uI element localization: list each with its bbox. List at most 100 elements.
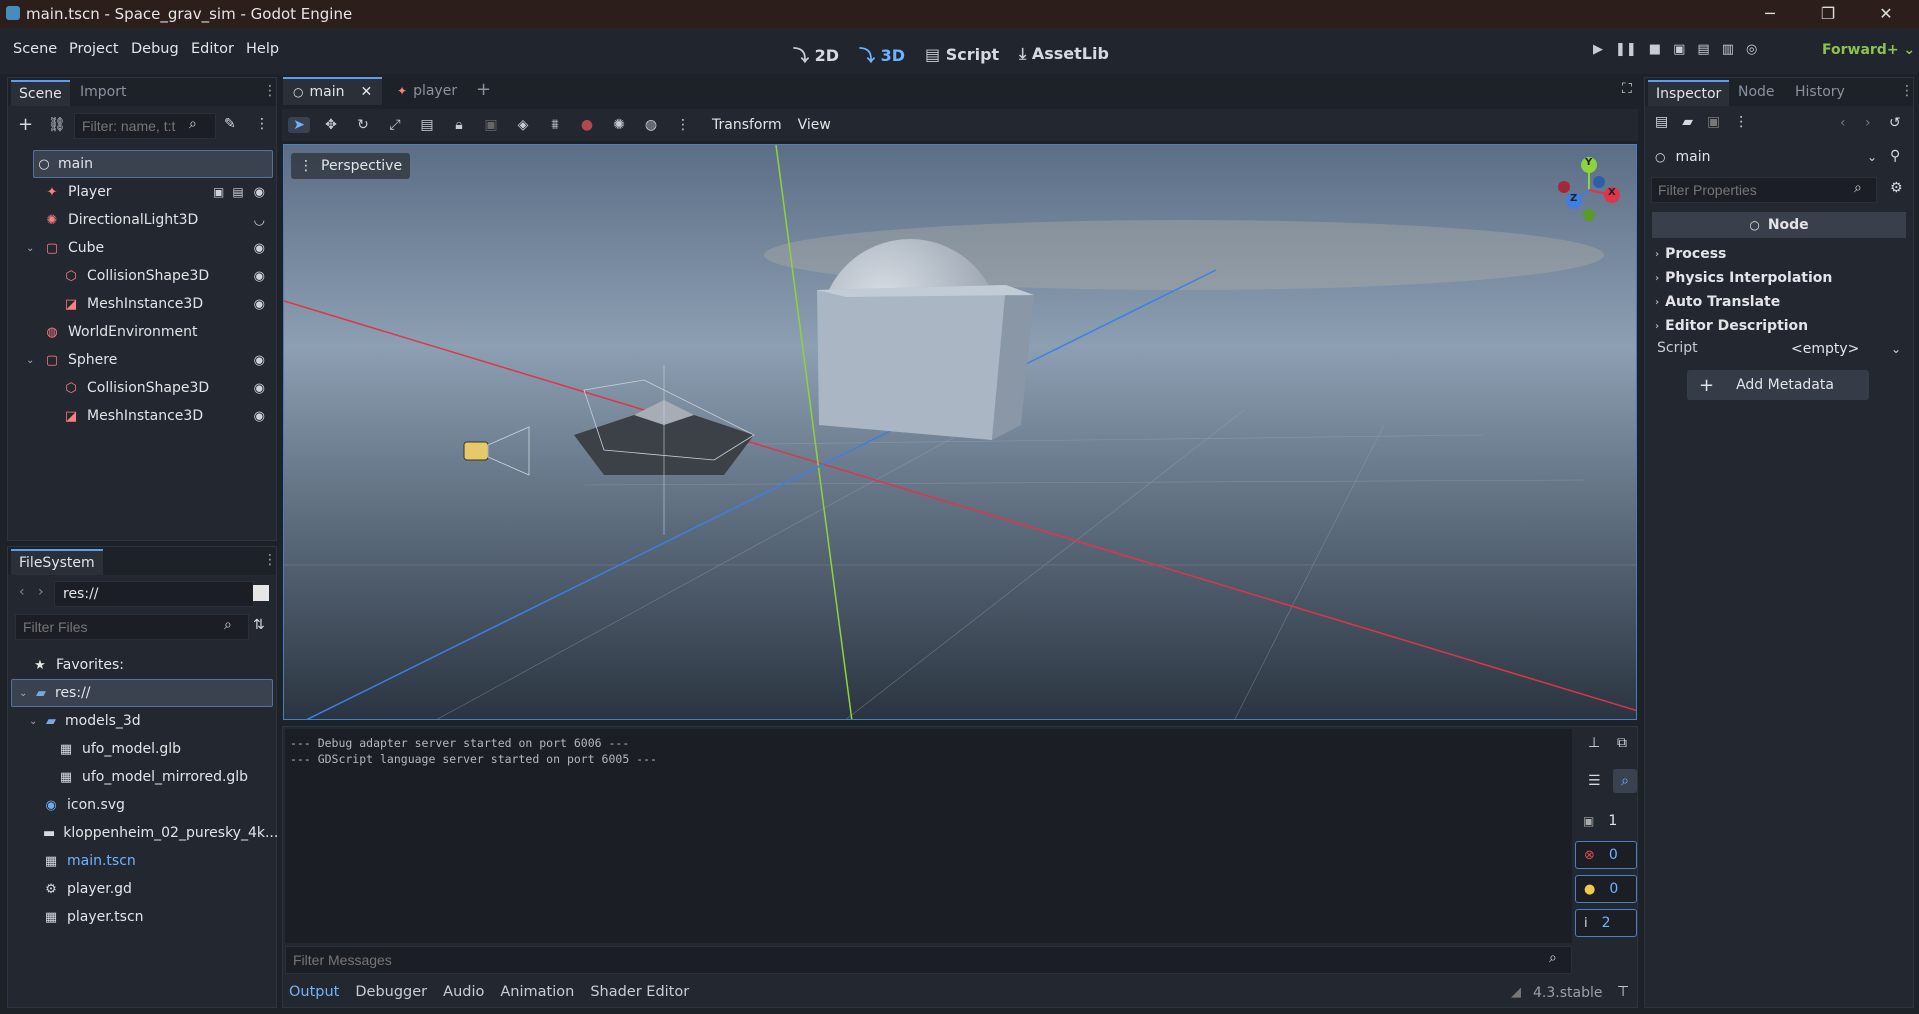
file-row-icon-svg[interactable]: ◉ icon.svg <box>11 791 273 819</box>
visibility-eye-icon[interactable]: ◉ <box>254 297 265 312</box>
new-resource-icon[interactable]: ▤ <box>1655 114 1668 130</box>
object-selector[interactable]: ○ main ⌄ <box>1651 144 1877 170</box>
menu-scene[interactable]: Scene <box>13 41 57 57</box>
play-icon[interactable]: ▶ <box>1593 42 1603 57</box>
tree-node-meshinstance3d[interactable]: ◪ MeshInstance3D ◉ <box>11 402 273 430</box>
close-window-button[interactable]: ✕ <box>1857 0 1915 28</box>
stop-icon[interactable]: ■ <box>1649 42 1661 57</box>
camera-preview-icon[interactable]: ● <box>576 117 598 133</box>
file-row-player-gd[interactable]: ⚙ player.gd <box>11 875 273 903</box>
select-tool-icon[interactable]: ➤ <box>288 117 310 133</box>
file-row-ufo-model[interactable]: ▦ ufo_model.glb <box>11 735 273 763</box>
maximize-button[interactable]: ❐ <box>1799 0 1857 28</box>
section-physics-interpolation[interactable]: › Physics Interpolation <box>1655 266 1905 290</box>
tab-debugger[interactable]: Debugger <box>355 984 427 1000</box>
file-row-res[interactable]: ⌄ ▰ res:// <box>11 679 273 707</box>
output-log[interactable]: --- Debug adapter server started on port… <box>285 729 1572 943</box>
close-tab-icon[interactable]: ✕ <box>360 84 372 100</box>
visibility-eye-icon[interactable]: ◉ <box>254 185 265 200</box>
dock-options-icon[interactable]: ⋮ <box>263 552 277 568</box>
info-filter[interactable]: ⅰ 2 <box>1575 909 1637 937</box>
view-menu[interactable]: View <box>798 117 831 133</box>
favorites-row[interactable]: ★ Favorites: <box>11 651 273 679</box>
copy-output-icon[interactable]: ⧉ <box>1617 735 1627 751</box>
collapse-arrow-icon[interactable]: ⌄ <box>29 716 43 727</box>
distraction-free-icon[interactable]: ⛶ <box>1622 81 1632 97</box>
menu-help[interactable]: Help <box>246 41 279 57</box>
link-icon[interactable]: ⛓ <box>48 117 66 133</box>
search-toggle-icon[interactable]: ⌕ <box>1613 769 1637 793</box>
filter-properties-input[interactable] <box>1651 177 1877 203</box>
dock-options-icon[interactable]: ⋮ <box>263 83 277 99</box>
collapse-messages-icon[interactable]: ☰ <box>1588 773 1601 789</box>
visibility-eye-icon[interactable]: ◉ <box>254 353 265 368</box>
3d-viewport[interactable]: ⋮ Perspective Y X Z <box>283 144 1637 720</box>
section-editor-description[interactable]: › Editor Description <box>1655 314 1905 338</box>
tab-import[interactable]: Import <box>80 84 126 100</box>
collapse-arrow-icon[interactable]: ⌄ <box>19 688 33 699</box>
play-custom-scene-icon[interactable]: ▥ <box>1722 42 1734 57</box>
orientation-gizmo[interactable]: Y X Z <box>1554 155 1624 225</box>
dock-options-icon[interactable]: ⋮ <box>1900 83 1914 99</box>
file-row-models-3d[interactable]: ⌄ ▰ models_3d <box>11 707 273 735</box>
tab-inspector[interactable]: Inspector <box>1648 80 1730 106</box>
tree-node-cube[interactable]: ⌄ ▢ Cube ◉ <box>11 234 273 262</box>
tab-animation[interactable]: Animation <box>500 984 574 1000</box>
visibility-eye-icon[interactable]: ◉ <box>254 381 265 396</box>
list-select-icon[interactable]: ▤ <box>416 117 438 133</box>
mode-3d-button[interactable]: ⤵ 3D <box>859 42 905 66</box>
property-options-icon[interactable]: ⚙ <box>1890 180 1903 196</box>
movie-maker-icon[interactable]: ◎ <box>1746 42 1757 57</box>
split-view-icon[interactable] <box>253 585 269 601</box>
visibility-eye-icon[interactable]: ◉ <box>254 241 265 256</box>
back-arrow-icon[interactable]: ‹ <box>19 584 25 600</box>
renderer-select[interactable]: Forward+ ⌄ <box>1822 42 1915 58</box>
visibility-eye-icon[interactable]: ◉ <box>254 409 265 424</box>
file-row-hdri[interactable]: ▬ kloppenheim_02_puresky_4k... <box>11 819 278 847</box>
collapse-arrow-icon[interactable]: ⌄ <box>26 243 44 254</box>
filter-messages-input[interactable] <box>285 946 1572 974</box>
tree-node-main[interactable]: ○ main <box>33 150 273 178</box>
tree-node-meshinstance3d[interactable]: ◪ MeshInstance3D ◉ <box>11 290 273 318</box>
script-property-field[interactable]: <empty> ⌄ <box>1765 336 1907 362</box>
clear-output-icon[interactable]: ⊥ <box>1588 735 1600 751</box>
script-icon[interactable]: ▤ <box>232 185 243 199</box>
history-forward-icon[interactable]: › <box>1865 115 1871 131</box>
section-auto-translate[interactable]: › Auto Translate <box>1655 290 1905 314</box>
tab-scene[interactable]: Scene <box>11 80 70 106</box>
more-options-icon[interactable]: ⋮ <box>1734 114 1748 130</box>
file-row-player-tscn[interactable]: ▦ player.tscn <box>11 903 273 931</box>
menu-project[interactable]: Project <box>69 41 119 57</box>
tab-main[interactable]: ○ main ✕ <box>283 77 383 105</box>
path-field[interactable]: res:// <box>54 581 254 607</box>
more-options-icon[interactable]: ⋮ <box>672 117 694 133</box>
messages-filter[interactable]: ▣ 1 <box>1575 807 1637 835</box>
errors-filter[interactable]: ⊗ 0 <box>1575 841 1637 869</box>
tree-node-collisionshape3d[interactable]: ⬡ CollisionShape3D ◉ <box>11 262 273 290</box>
tab-shader-editor[interactable]: Shader Editor <box>590 984 689 1000</box>
pause-icon[interactable]: ❚❚ <box>1615 42 1637 57</box>
file-row-ufo-model-mirrored[interactable]: ▦ ufo_model_mirrored.glb <box>11 763 273 791</box>
open-folder-icon[interactable]: ▰ <box>1682 114 1693 130</box>
mode-assetlib-button[interactable]: ⤓ AssetLib <box>1019 44 1109 64</box>
scene-options-icon[interactable]: ⋮ <box>255 116 269 132</box>
section-process[interactable]: › Process <box>1655 242 1905 266</box>
add-metadata-button[interactable]: + Add Metadata <box>1687 370 1869 400</box>
environment-preview-icon[interactable]: ◍ <box>640 117 662 133</box>
forward-arrow-icon[interactable]: › <box>38 584 44 600</box>
tree-node-player[interactable]: ✦ Player ▣ ▤ ◉ <box>11 178 273 206</box>
local-space-icon[interactable]: ◈ <box>512 117 534 133</box>
lock-icon[interactable]: 🔒︎ <box>448 117 470 133</box>
sort-icon[interactable]: ⇅ <box>253 617 265 633</box>
tree-node-sphere[interactable]: ⌄ ▢ Sphere ◉ <box>11 346 273 374</box>
collapse-arrow-icon[interactable]: ⌄ <box>26 355 44 366</box>
snap-icon[interactable]: ⩩ <box>544 117 566 133</box>
remote-debug-icon[interactable]: ▣ <box>1673 42 1685 57</box>
attach-script-icon[interactable]: ✎ <box>224 116 236 132</box>
visibility-eye-icon[interactable]: ◉ <box>254 269 265 284</box>
warnings-filter[interactable]: ● 0 <box>1575 875 1637 903</box>
tree-node-worldenvironment[interactable]: ◍ WorldEnvironment <box>11 318 273 346</box>
group-icon[interactable]: ▣ <box>480 117 502 133</box>
menu-debug[interactable]: Debug <box>131 41 179 57</box>
history-back-icon[interactable]: ‹ <box>1840 115 1846 131</box>
